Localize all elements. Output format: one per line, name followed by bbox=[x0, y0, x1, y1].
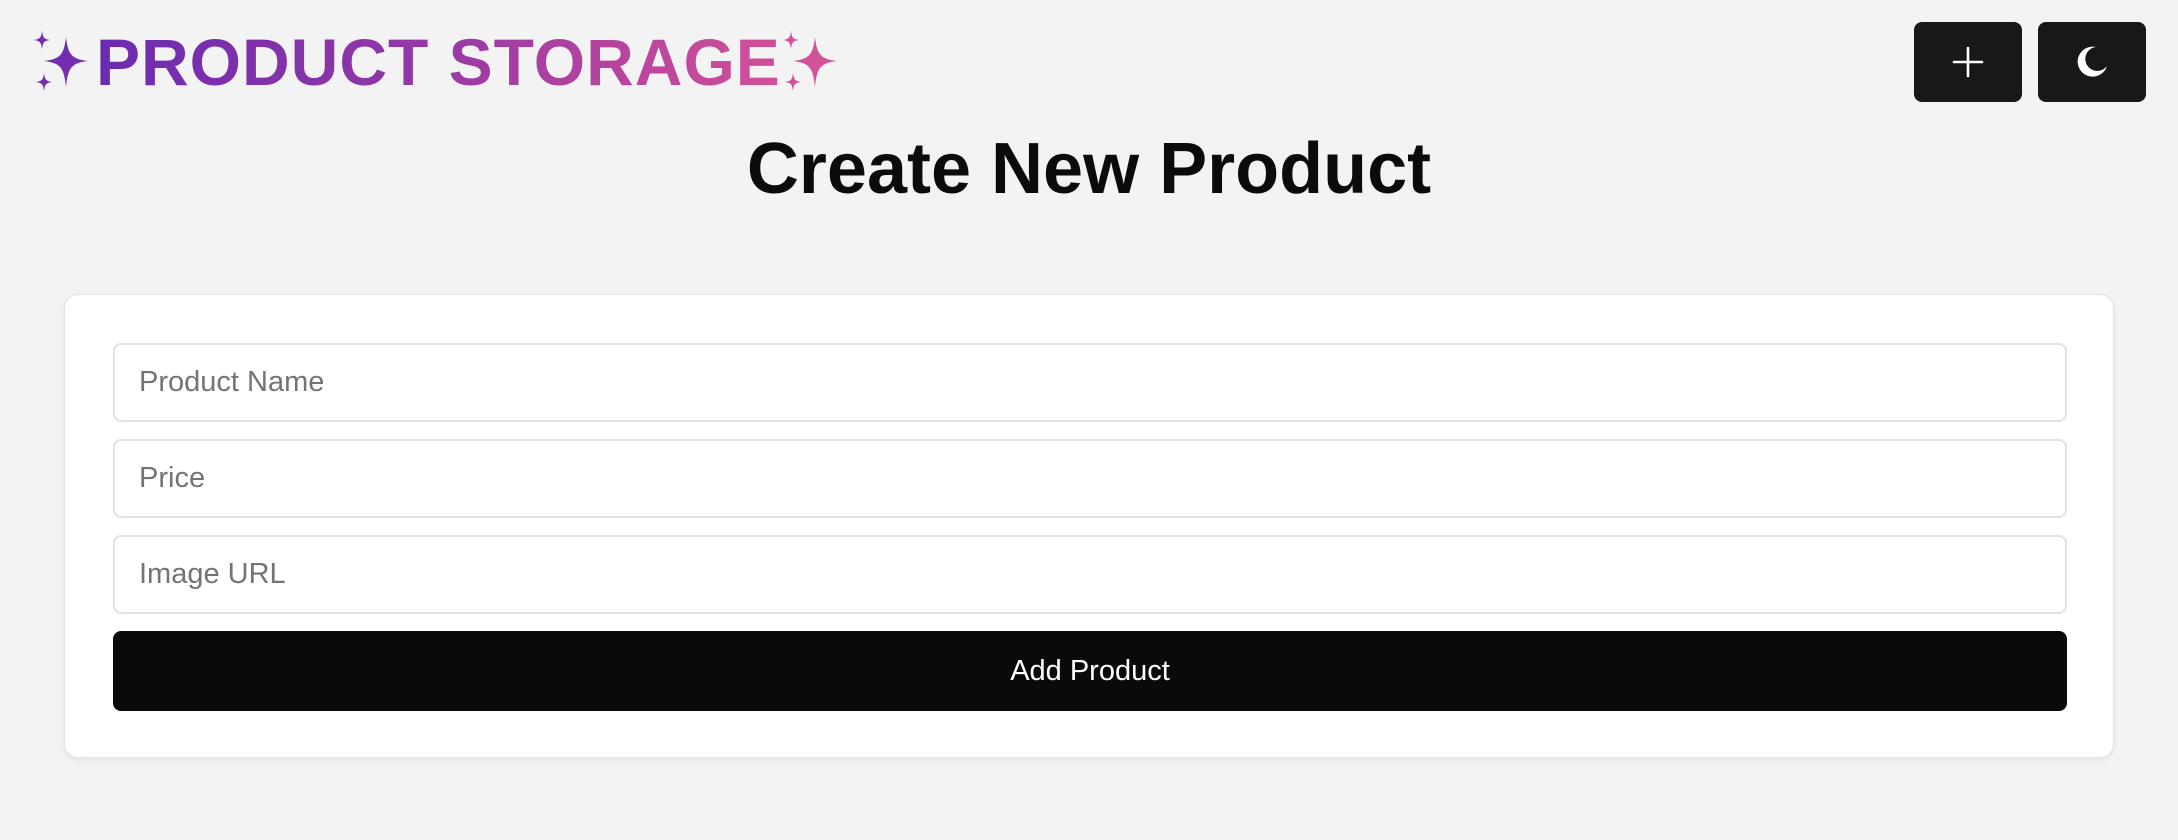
brand-logo-link[interactable]: PRODUCT STORAGE bbox=[32, 22, 845, 102]
product-name-input[interactable] bbox=[113, 343, 2067, 422]
page-title: Create New Product bbox=[746, 129, 1432, 209]
plus-icon bbox=[1952, 46, 1984, 78]
create-product-form-card: Add Product bbox=[64, 294, 2114, 758]
sparkles-icon bbox=[34, 31, 88, 91]
brand-title: PRODUCT STORAGE bbox=[96, 25, 781, 99]
moon-icon bbox=[2077, 46, 2107, 77]
theme-toggle-button[interactable] bbox=[2038, 22, 2146, 102]
top-navbar: PRODUCT STORAGE bbox=[0, 0, 2178, 120]
add-product-button[interactable]: Add Product bbox=[113, 631, 2067, 711]
price-input[interactable] bbox=[113, 439, 2067, 518]
sparkles-icon bbox=[782, 31, 837, 91]
image-url-input[interactable] bbox=[113, 535, 2067, 614]
create-product-button[interactable] bbox=[1914, 22, 2022, 102]
